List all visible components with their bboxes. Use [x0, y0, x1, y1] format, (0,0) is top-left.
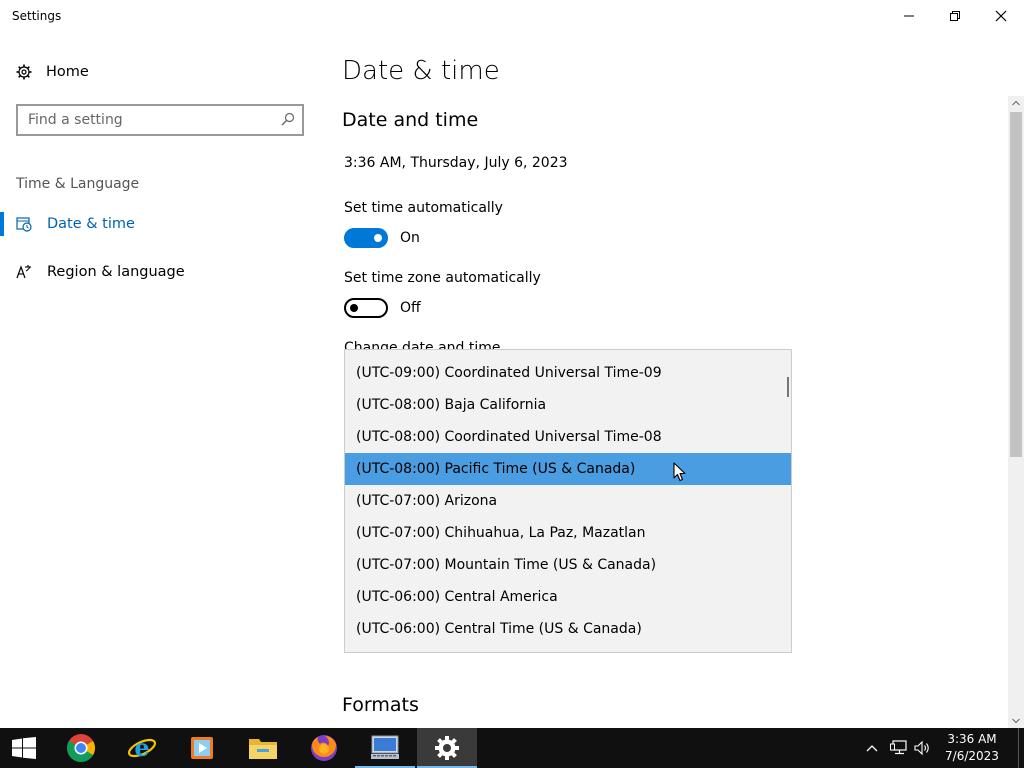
sidebar-item-date-time[interactable]: Date & time — [0, 210, 320, 238]
set-timezone-auto-toggle[interactable] — [344, 298, 388, 318]
window-scrollbar[interactable] — [1008, 96, 1024, 728]
region-language-icon — [16, 265, 31, 279]
timezone-option[interactable]: (UTC-08:00) Baja California — [345, 389, 791, 421]
timezone-option[interactable]: (UTC-07:00) Mountain Time (US & Canada) — [345, 549, 791, 581]
network-icon — [890, 740, 907, 755]
volume-icon — [914, 740, 929, 756]
minimize-button[interactable] — [886, 0, 932, 32]
window-title: Settings — [12, 9, 62, 23]
timezone-option[interactable]: (UTC-06:00) Central Time (US & Canada) — [345, 613, 791, 645]
set-timezone-auto-label: Set time zone automatically — [344, 270, 541, 286]
sidebar-item-label: Date & time — [47, 216, 135, 232]
sidebar-item-label: Region & language — [47, 264, 185, 280]
page-title: Date & time — [342, 56, 500, 86]
home-nav-item[interactable]: Home — [16, 60, 89, 84]
remote-desktop-taskbar-button[interactable] — [355, 728, 415, 768]
current-date-time: 3:36 AM, Thursday, July 6, 2023 — [344, 155, 568, 171]
title-bar: Settings — [0, 0, 1024, 32]
gear-icon — [16, 64, 32, 80]
firefox-taskbar-button[interactable] — [294, 728, 354, 768]
timezone-option[interactable]: (UTC-06:00) Central America — [345, 581, 791, 613]
toggle-knob — [350, 304, 358, 312]
scrollbar-thumb[interactable] — [1010, 112, 1022, 457]
search-box[interactable] — [16, 104, 304, 136]
set-time-auto-label: Set time automatically — [344, 200, 503, 216]
mouse-cursor-icon — [673, 462, 686, 482]
timezone-dropdown-list[interactable]: (UTC-09:00) Coordinated Universal Time-0… — [344, 349, 792, 653]
settings-taskbar-button[interactable] — [417, 728, 477, 768]
dropdown-scrollbar[interactable] — [787, 377, 789, 397]
section-heading: Date and time — [342, 109, 479, 131]
start-icon — [12, 737, 36, 759]
set-timezone-auto-state: Off — [400, 300, 421, 316]
svg-text:e: e — [134, 733, 149, 762]
show-hidden-icons-button[interactable] — [866, 728, 878, 768]
volume-button[interactable] — [914, 728, 932, 768]
timezone-option[interactable]: (UTC-07:00) Chihuahua, La Paz, Mazatlan — [345, 517, 791, 549]
timezone-option-selected[interactable]: (UTC-08:00) Pacific Time (US & Canada) — [345, 453, 791, 485]
restore-icon — [950, 11, 960, 21]
firefox-icon — [311, 735, 337, 761]
section-label: Time & Language — [16, 176, 140, 192]
timezone-option[interactable]: (UTC-09:00) Coordinated Universal Time-0… — [345, 357, 791, 389]
chrome-icon — [67, 734, 95, 762]
timezone-option[interactable]: (UTC-07:00) Arizona — [345, 485, 791, 517]
restore-button[interactable] — [932, 0, 978, 32]
sidebar-item-region-language[interactable]: Region & language — [0, 258, 320, 286]
home-label: Home — [46, 64, 89, 80]
internet-explorer-taskbar-button[interactable]: e — [112, 728, 172, 768]
set-time-auto-state: On — [400, 230, 420, 246]
file-explorer-taskbar-button[interactable] — [233, 728, 293, 768]
scroll-up-icon[interactable] — [1012, 100, 1020, 106]
remote-desktop-icon — [371, 735, 399, 759]
show-desktop-button[interactable] — [1018, 728, 1024, 768]
clock-time: 3:36 AM — [947, 732, 997, 746]
sidebar: Home Time & Language Date & time Region … — [0, 32, 320, 728]
media-player-taskbar-button[interactable] — [172, 728, 232, 768]
clock-date: 7/6/2023 — [945, 749, 999, 763]
chrome-taskbar-button[interactable] — [51, 728, 111, 768]
taskbar-clock[interactable]: 3:36 AM 7/6/2023 — [936, 731, 1008, 765]
media-player-icon — [191, 737, 213, 759]
settings-icon — [435, 736, 459, 760]
search-input[interactable] — [18, 106, 268, 134]
file-explorer-icon — [249, 739, 277, 759]
toggle-knob — [374, 234, 382, 242]
taskbar: e 3:36 AM 7/6/2023 — [0, 728, 1024, 768]
close-icon — [995, 10, 1007, 22]
minimize-icon — [904, 15, 914, 17]
search-icon[interactable] — [281, 112, 295, 126]
date-time-icon — [16, 217, 32, 232]
start-button[interactable] — [0, 728, 48, 768]
close-button[interactable] — [978, 0, 1024, 32]
formats-heading: Formats — [342, 694, 419, 716]
chevron-up-icon — [866, 745, 878, 752]
selection-accent — [0, 212, 4, 236]
network-button[interactable] — [890, 728, 908, 768]
internet-explorer-icon: e — [127, 733, 157, 762]
set-time-auto-toggle[interactable] — [344, 228, 388, 248]
timezone-option[interactable]: (UTC-08:00) Coordinated Universal Time-0… — [345, 421, 791, 453]
scroll-down-icon[interactable] — [1012, 718, 1020, 724]
